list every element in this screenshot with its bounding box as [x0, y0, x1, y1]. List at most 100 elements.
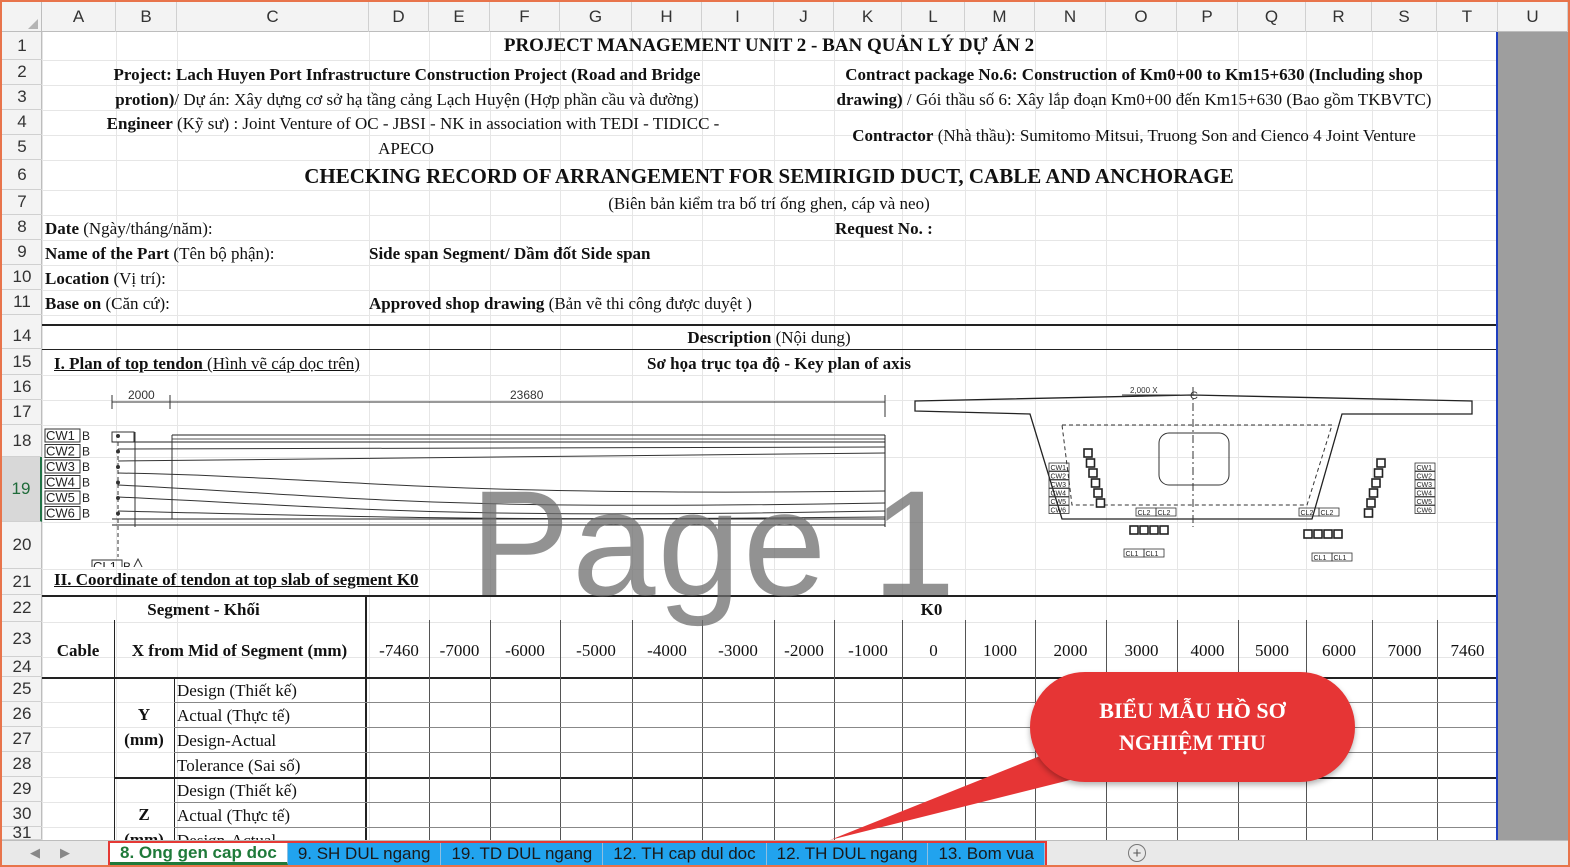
- x-value-cell[interactable]: 1000: [965, 640, 1035, 662]
- row-header-21[interactable]: 21: [2, 569, 42, 595]
- part-field[interactable]: Name of the Part (Tên bộ phận):: [45, 243, 274, 265]
- x-value-cell[interactable]: 2000: [1035, 640, 1106, 662]
- column-header-i[interactable]: I: [702, 2, 774, 32]
- row-header-6[interactable]: 6: [2, 160, 42, 190]
- column-header-s[interactable]: S: [1372, 2, 1437, 32]
- column-header-b[interactable]: B: [116, 2, 177, 32]
- x-value-cell[interactable]: -5000: [560, 640, 632, 662]
- part-value[interactable]: Side span Segment/ Dầm đốt Side span: [369, 243, 651, 265]
- row-header-19[interactable]: 19: [2, 457, 42, 522]
- sheet-tab-1[interactable]: 8. Ong gen cap doc: [110, 843, 288, 865]
- x-value-cell[interactable]: 5000: [1238, 640, 1306, 662]
- row-header-14[interactable]: 14: [2, 324, 42, 349]
- sheet-tab-2[interactable]: 9. SH DUL ngang: [287, 843, 442, 865]
- x-value-cell[interactable]: 7000: [1372, 640, 1437, 662]
- row-header-15[interactable]: 15: [2, 349, 42, 375]
- column-header-m[interactable]: M: [965, 2, 1035, 32]
- column-header-k[interactable]: K: [834, 2, 902, 32]
- column-header-h[interactable]: H: [632, 2, 702, 32]
- row-header-25[interactable]: 25: [2, 677, 42, 702]
- row-header-5[interactable]: 5: [2, 135, 42, 160]
- measure-row-label: Tolerance (Sai số): [177, 756, 301, 775]
- tab-prev-icon[interactable]: ◀: [30, 845, 40, 861]
- table-col-line: [1437, 620, 1438, 840]
- column-header-u[interactable]: U: [1498, 2, 1568, 32]
- column-header-o[interactable]: O: [1106, 2, 1177, 32]
- column-header-bar: ABCDEFGHIJKLMNOPQRSTU: [2, 2, 1568, 32]
- column-header-f[interactable]: F: [490, 2, 560, 32]
- row-header-31[interactable]: 31: [2, 823, 42, 842]
- column-header-t[interactable]: T: [1437, 2, 1498, 32]
- tab-next-icon[interactable]: ▶: [60, 845, 70, 861]
- base-field[interactable]: Base on (Căn cứ):: [45, 293, 170, 315]
- row-header-17[interactable]: 17: [2, 400, 42, 425]
- column-header-e[interactable]: E: [429, 2, 490, 32]
- column-header-j[interactable]: J: [774, 2, 834, 32]
- row-header-7[interactable]: 7: [2, 190, 42, 215]
- x-value-cell[interactable]: 7460: [1437, 640, 1496, 662]
- row-header-1[interactable]: 1: [2, 32, 42, 60]
- row-header-8[interactable]: 8: [2, 215, 42, 240]
- sheet-tab-3[interactable]: 19. TD DUL ngang: [441, 843, 604, 865]
- engineer-line-1: Engineer (Kỹ sư) : Joint Venture of OC -…: [42, 113, 784, 135]
- column-header-l[interactable]: L: [902, 2, 965, 32]
- select-all-corner[interactable]: [2, 2, 42, 32]
- column-header-a[interactable]: A: [42, 2, 116, 32]
- cable-label: CW5: [46, 490, 75, 505]
- x-value-cell[interactable]: -4000: [632, 640, 702, 662]
- column-header-g[interactable]: G: [560, 2, 632, 32]
- x-value-cell[interactable]: -7460: [369, 640, 429, 662]
- column-header-d[interactable]: D: [369, 2, 429, 32]
- contract-line-2: drawing) / Gói thầu số 6: Xây lắp đoạn K…: [772, 89, 1496, 111]
- duct-symbol: [1083, 448, 1093, 458]
- row-header-23[interactable]: 23: [2, 622, 42, 657]
- duct-symbol: [1368, 488, 1379, 498]
- segment-label: Segment - Khối: [147, 600, 260, 619]
- column-header-p[interactable]: P: [1177, 2, 1238, 32]
- x-value-cell[interactable]: 3000: [1106, 640, 1177, 662]
- add-sheet-icon[interactable]: +: [1128, 844, 1146, 862]
- location-field[interactable]: Location (Vị trí):: [45, 268, 166, 290]
- cable-b-mark: B: [82, 491, 90, 505]
- x-value-cell[interactable]: 0: [902, 640, 965, 662]
- row-header-10[interactable]: 10: [2, 265, 42, 290]
- row-header-4[interactable]: 4: [2, 110, 42, 135]
- column-header-r[interactable]: R: [1306, 2, 1372, 32]
- row-header-26[interactable]: 26: [2, 702, 42, 727]
- row-header-29[interactable]: 29: [2, 777, 42, 802]
- sheet-tab-6[interactable]: 13. Bom vua: [928, 843, 1045, 865]
- project-text-1: : Lach Huyen Port Infrastructure Constru…: [166, 65, 701, 84]
- row-header-11[interactable]: 11: [2, 290, 42, 315]
- x-value-cell[interactable]: -1000: [834, 640, 902, 662]
- duct-symbol: [1371, 478, 1381, 488]
- duct-symbol: [1303, 529, 1313, 539]
- row-header-22[interactable]: 22: [2, 595, 42, 622]
- base-value[interactable]: Approved shop drawing (Bản vẽ thi công đ…: [369, 293, 752, 315]
- column-header-c[interactable]: C: [177, 2, 369, 32]
- row-header-24[interactable]: 24: [2, 657, 42, 677]
- sheet-tab-4[interactable]: 12. TH cap dul doc: [603, 843, 767, 865]
- duct-symbol: [1313, 529, 1323, 539]
- x-value-cell[interactable]: -3000: [702, 640, 774, 662]
- row-header-16[interactable]: 16: [2, 375, 42, 400]
- contractor-text: (Nhà thầu): Sumitomo Mitsui, Truong Son …: [933, 126, 1416, 145]
- column-header-q[interactable]: Q: [1238, 2, 1306, 32]
- x-value-cell[interactable]: 6000: [1306, 640, 1372, 662]
- row-header-27[interactable]: 27: [2, 727, 42, 752]
- x-value-cell[interactable]: -6000: [490, 640, 560, 662]
- row-header-20[interactable]: 20: [2, 522, 42, 569]
- contractor-line: Contractor (Nhà thầu): Sumitomo Mitsui, …: [772, 125, 1496, 147]
- column-header-n[interactable]: N: [1035, 2, 1106, 32]
- row-header-18[interactable]: 18: [2, 425, 42, 457]
- date-field[interactable]: Date (Ngày/tháng/năm):: [45, 218, 213, 240]
- section-label: CW1: [1417, 465, 1433, 472]
- row-header-9[interactable]: 9: [2, 240, 42, 265]
- x-value-cell[interactable]: -2000: [774, 640, 834, 662]
- measure-row-label: Actual (Thực tế): [177, 806, 291, 825]
- row-header-28[interactable]: 28: [2, 752, 42, 777]
- row-header-3[interactable]: 3: [2, 85, 42, 110]
- sheet-tab-5[interactable]: 12. TH DUL ngang: [766, 843, 929, 865]
- x-value-cell[interactable]: -7000: [429, 640, 490, 662]
- row-header-2[interactable]: 2: [2, 60, 42, 85]
- x-value-cell[interactable]: 4000: [1177, 640, 1238, 662]
